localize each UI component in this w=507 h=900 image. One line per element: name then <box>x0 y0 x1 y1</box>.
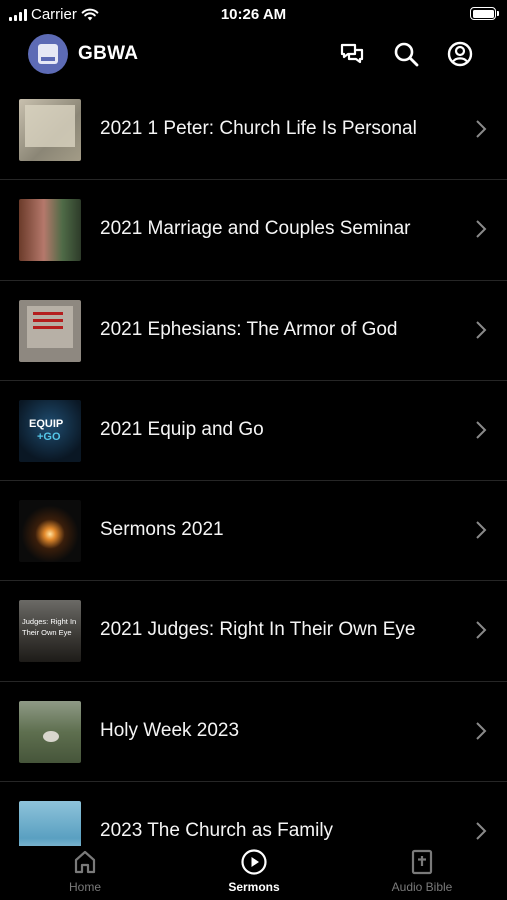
search-icon[interactable] <box>392 40 420 68</box>
list-item[interactable]: 2021 1 Peter: Church Life Is Personal <box>0 80 507 181</box>
chevron-right-icon <box>476 320 487 339</box>
series-title: Sermons 2021 <box>100 519 224 541</box>
tab-sermons[interactable]: Sermons <box>199 848 309 894</box>
tab-home[interactable]: Home <box>30 848 140 894</box>
app-logo[interactable] <box>28 34 68 74</box>
list-item[interactable]: Sermons 2021 <box>0 481 507 582</box>
list-item[interactable]: 2023 The Church as Family <box>0 782 507 846</box>
tab-label: Sermons <box>228 880 280 894</box>
tab-bar: Home Sermons Audio Bible <box>0 846 507 900</box>
series-thumbnail: EQUIP +GO <box>19 399 81 462</box>
series-title: 2021 1 Peter: Church Life Is Personal <box>100 118 417 139</box>
status-bar: Carrier 10:26 AM <box>0 0 507 28</box>
series-title: 2023 The Church as Family <box>100 820 334 842</box>
list-item[interactable]: 2021 Marriage and Couples Seminar <box>0 180 507 281</box>
thumb-text: EQUIP <box>29 417 64 430</box>
list-item[interactable]: 2021 Ephesians: The Armor of God <box>0 281 507 381</box>
series-title: 2021 Judges: Right In Their Own Eye <box>100 619 416 641</box>
chevron-right-icon <box>476 120 487 138</box>
series-title: Holy Week 2023 <box>100 719 240 741</box>
app-header: GBWA <box>0 28 507 80</box>
series-thumbnail <box>19 801 81 846</box>
series-title: 2021 Equip and Go <box>100 418 264 440</box>
battery-icon <box>470 7 499 20</box>
series-thumbnail <box>19 500 81 563</box>
chevron-right-icon <box>476 521 487 539</box>
list-item[interactable]: Holy Week 2023 <box>0 682 507 783</box>
account-icon[interactable] <box>446 40 474 68</box>
thumb-text: Judges: Right In Their Own Eye <box>22 617 77 638</box>
series-thumbnail: Judges: Right In Their Own Eye <box>19 600 81 663</box>
series-thumbnail <box>19 99 81 161</box>
chevron-right-icon <box>476 722 487 740</box>
app-title: GBWA <box>78 43 139 64</box>
series-title: 2021 Ephesians: The Armor of God <box>100 318 398 340</box>
chevron-right-icon <box>476 421 487 439</box>
tab-label: Home <box>68 880 101 894</box>
series-thumbnail <box>19 299 81 362</box>
play-circle-icon <box>241 849 267 875</box>
chat-icon[interactable] <box>338 40 366 68</box>
status-time: 10:26 AM <box>220 6 287 23</box>
list-item[interactable]: Judges: Right In Their Own Eye 2021 Judg… <box>0 581 507 682</box>
sermon-series-list: 2021 1 Peter: Church Life Is Personal 20… <box>0 80 507 846</box>
series-thumbnail <box>19 199 81 262</box>
chevron-right-icon <box>476 220 487 239</box>
tab-label: Audio Bible <box>391 880 453 894</box>
tab-audio-bible[interactable]: Audio Bible <box>367 848 477 894</box>
thumb-text: +GO <box>37 430 61 443</box>
bible-icon <box>411 849 433 875</box>
chevron-right-icon <box>476 621 487 640</box>
list-item[interactable]: EQUIP +GO 2021 Equip and Go <box>0 381 507 482</box>
series-thumbnail <box>19 700 81 763</box>
home-icon <box>74 850 96 874</box>
chevron-right-icon <box>476 822 487 840</box>
series-title: 2021 Marriage and Couples Seminar <box>100 218 411 240</box>
